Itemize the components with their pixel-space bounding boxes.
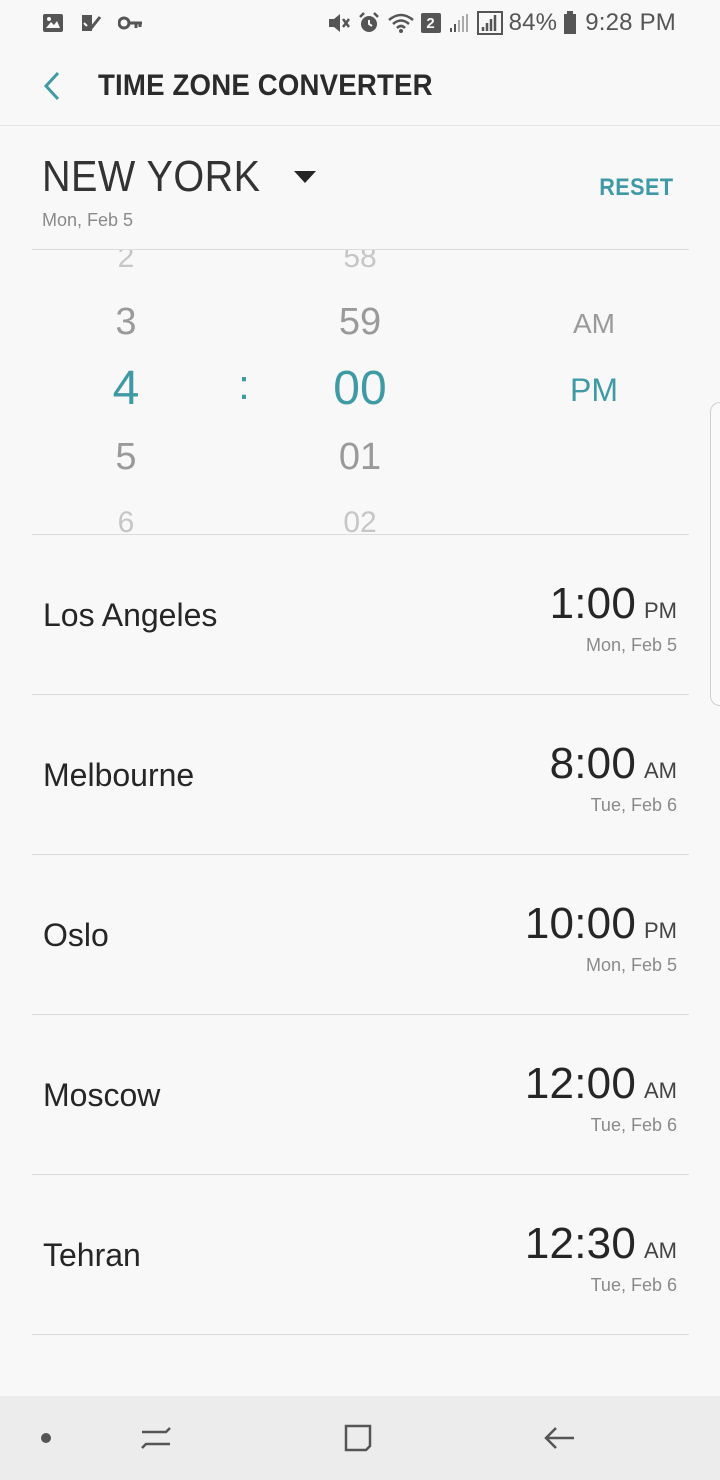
recent-apps-button[interactable] [116,1396,196,1480]
city-time: 8:00 AM [550,739,677,789]
time-ampm: AM [644,1078,677,1103]
dropdown-arrow-icon [293,170,317,184]
base-city-name[interactable]: NEW YORK [42,152,261,202]
app-header: TIME ZONE CONVERTER [0,46,720,126]
image-icon [42,13,64,33]
sim-badge: 2 [426,14,435,32]
list-item[interactable]: Tehran 12:30 AM Tue, Feb 6 [32,1175,689,1335]
time-ampm: PM [644,918,677,943]
list-item[interactable]: Los Angeles 1:00 PM Mon, Feb 5 [32,535,689,695]
navigation-bar [0,1396,720,1480]
city-name: Tehran [43,1237,141,1273]
status-bar: 2 84% 9:28 PM [0,0,720,46]
check-icon [80,12,102,34]
time-value: 10:00 [524,899,636,948]
list-item[interactable]: Oslo 10:00 PM Mon, Feb 5 [32,855,689,1015]
battery-icon [563,11,577,35]
time-value: 12:30 [524,1219,636,1268]
sim-icon: 2 [420,13,441,33]
home-button[interactable] [318,1396,398,1480]
list-item[interactable]: Melbourne 8:00 AM Tue, Feb 6 [32,695,689,855]
base-city-date: Mon, Feb 5 [42,210,134,230]
alarm-icon [357,11,381,35]
hour-option[interactable]: 6 [118,506,135,534]
pm-selected[interactable]: PM [570,372,618,409]
battery-percent: 84% [508,9,558,36]
minute-option[interactable]: 58 [343,250,376,275]
time-ampm: AM [644,1238,677,1263]
city-date: Tue, Feb 6 [590,1115,677,1135]
wifi-icon [387,12,415,34]
city-time: 12:00 AM [525,1059,677,1109]
city-time: 1:00 PM [550,579,677,629]
list-item[interactable]: Moscow 12:00 AM Tue, Feb 6 [32,1015,689,1175]
back-button[interactable] [34,68,70,104]
city-name: Los Angeles [43,597,218,633]
key-icon [118,15,144,31]
nav-back-button[interactable] [520,1396,600,1480]
city-time: 10:00 PM [525,899,677,949]
hour-option[interactable]: 5 [115,436,136,479]
city-date: Mon, Feb 5 [585,635,677,655]
mute-icon [327,12,351,34]
city-date: Tue, Feb 6 [590,795,677,815]
time-ampm: PM [644,598,677,623]
dot-icon [40,1432,52,1444]
base-city-selector[interactable]: NEW YORK [42,152,325,202]
minute-selected[interactable]: 00 [333,361,386,416]
dropdown-button[interactable] [285,157,325,197]
reset-button[interactable]: RESET [600,174,674,202]
time-value: 12:00 [524,1059,636,1108]
hour-option[interactable]: 3 [115,301,136,344]
minute-option[interactable]: 01 [339,436,381,479]
city-name: Moscow [43,1077,161,1113]
time-value: 1:00 [549,579,636,628]
time-value: 8:00 [549,739,636,788]
home-icon [342,1422,374,1454]
am-option[interactable]: AM [573,308,615,340]
back-icon [544,1422,576,1454]
signal-icon [447,12,471,34]
time-ampm: AM [644,758,677,783]
city-date: Mon, Feb 5 [585,955,677,975]
back-arrow-icon [42,70,62,102]
city-date: Tue, Feb 6 [590,1275,677,1295]
recent-apps-icon [140,1422,172,1454]
city-list: Los Angeles 1:00 PM Mon, Feb 5 Melbourne… [0,535,720,1335]
page-title: TIME ZONE CONVERTER [98,68,433,102]
city-name: Oslo [43,917,109,953]
time-separator: : [238,361,250,408]
minute-option[interactable]: 59 [339,301,381,344]
edge-panel-handle[interactable] [710,402,720,706]
time-picker[interactable]: 2 3 4 5 6 : 58 59 00 01 02 AM PM [32,249,689,535]
hour-option[interactable]: 2 [118,250,135,275]
nav-dot-button[interactable] [6,1396,86,1480]
clock: 9:28 PM [585,9,676,36]
hour-selected[interactable]: 4 [113,361,140,416]
minute-option[interactable]: 02 [343,506,376,534]
city-name: Melbourne [43,757,195,793]
city-time: 12:30 AM [525,1219,677,1269]
signal-icon [476,11,503,35]
